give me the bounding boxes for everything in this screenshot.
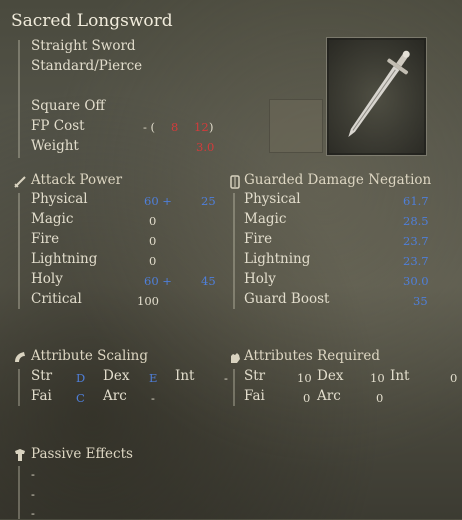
ap-base-critical: 100 <box>137 294 159 308</box>
weapon-skill: Square Off <box>31 98 106 114</box>
ap-base-physical: 60 + <box>144 194 172 208</box>
scaling-str-value: D <box>76 371 86 385</box>
ash-of-war-slot[interactable] <box>269 99 323 153</box>
scaling-icon <box>15 352 25 362</box>
required-arc-label: Arc <box>317 388 341 404</box>
ap-base-fire: 0 <box>149 234 157 248</box>
attack-power-accent-line <box>18 193 20 309</box>
sword-icon <box>14 176 26 188</box>
required-arc-value: 0 <box>376 391 384 405</box>
required-fai-label: Fai <box>244 388 265 404</box>
required-fai-value: 0 <box>303 391 311 405</box>
ap-label-lightning: Lightning <box>31 251 98 267</box>
fp-cost-suffix: ) <box>209 120 214 134</box>
scaling-int-value: - <box>224 371 228 385</box>
required-str-value: 10 <box>297 371 312 385</box>
passive-effects-accent-line <box>18 466 20 519</box>
weapon-damage-type: Standard/Pierce <box>31 58 143 74</box>
gn-label-holy: Holy <box>244 271 276 287</box>
passive-effect-item: - <box>31 487 35 501</box>
gn-value-guard-boost: 35 <box>413 294 428 308</box>
weight-value: 3.0 <box>196 140 215 154</box>
required-int-label: Int <box>390 368 410 384</box>
scaling-int-label: Int <box>175 368 195 384</box>
weapon-type: Straight Sword <box>31 38 136 54</box>
gn-label-lightning: Lightning <box>244 251 311 267</box>
passive-effect-item: - <box>31 506 35 520</box>
scaling-fai-value: C <box>76 391 85 405</box>
hand-icon <box>231 353 240 363</box>
attack-power-title: Attack Power <box>31 172 123 188</box>
shield-icon <box>230 175 240 189</box>
scaling-fai-label: Fai <box>31 388 52 404</box>
weapon-image-frame <box>326 37 427 156</box>
left-accent-line <box>18 40 20 158</box>
ap-label-magic: Magic <box>31 211 74 227</box>
scaling-dex-value: E <box>149 371 158 385</box>
ap-base-magic: 0 <box>149 214 157 228</box>
gn-label-magic: Magic <box>244 211 287 227</box>
ap-label-physical: Physical <box>31 191 88 207</box>
gn-value-physical: 61.7 <box>403 194 429 208</box>
scaling-dex-label: Dex <box>103 368 130 384</box>
longsword-icon <box>348 50 410 137</box>
gn-value-fire: 23.7 <box>403 234 429 248</box>
fp-cost-b: 12 <box>194 120 209 134</box>
guarded-negation-title: Guarded Damage Negation <box>244 172 432 188</box>
passive-effects-title: Passive Effects <box>31 446 133 462</box>
fp-cost-prefix: - ( <box>143 120 156 134</box>
guarded-negation-accent-line <box>233 193 235 309</box>
passive-effects-icon <box>15 449 25 461</box>
gn-label-physical: Physical <box>244 191 301 207</box>
fp-cost-label: FP Cost <box>31 118 85 134</box>
scaling-arc-value: - <box>151 391 155 405</box>
required-dex-value: 10 <box>370 371 385 385</box>
ap-label-fire: Fire <box>31 231 60 247</box>
ap-bonus-physical: 25 <box>201 194 216 208</box>
ap-base-lightning: 0 <box>149 254 157 268</box>
ap-label-critical: Critical <box>31 291 82 307</box>
required-dex-label: Dex <box>317 368 344 384</box>
scaling-str-label: Str <box>31 368 53 384</box>
gn-value-lightning: 23.7 <box>403 254 429 268</box>
ap-label-holy: Holy <box>31 271 63 287</box>
required-int-value: 0 <box>450 371 458 385</box>
gn-value-magic: 28.5 <box>403 214 429 228</box>
gn-label-guard-boost: Guard Boost <box>244 291 330 307</box>
ap-bonus-holy: 45 <box>201 274 216 288</box>
attribute-scaling-accent-line <box>18 369 20 406</box>
ap-base-holy: 60 + <box>144 274 172 288</box>
passive-effect-item: - <box>31 467 35 481</box>
gn-value-holy: 30.0 <box>403 274 429 288</box>
weapon-name: Sacred Longsword <box>11 11 173 31</box>
attributes-required-accent-line <box>233 369 235 406</box>
required-str-label: Str <box>244 368 266 384</box>
weight-label: Weight <box>31 138 79 154</box>
attribute-scaling-title: Attribute Scaling <box>31 348 149 364</box>
scaling-arc-label: Arc <box>103 388 127 404</box>
gn-label-fire: Fire <box>244 231 273 247</box>
fp-cost-a: 8 <box>171 120 179 134</box>
attributes-required-title: Attributes Required <box>244 348 380 364</box>
